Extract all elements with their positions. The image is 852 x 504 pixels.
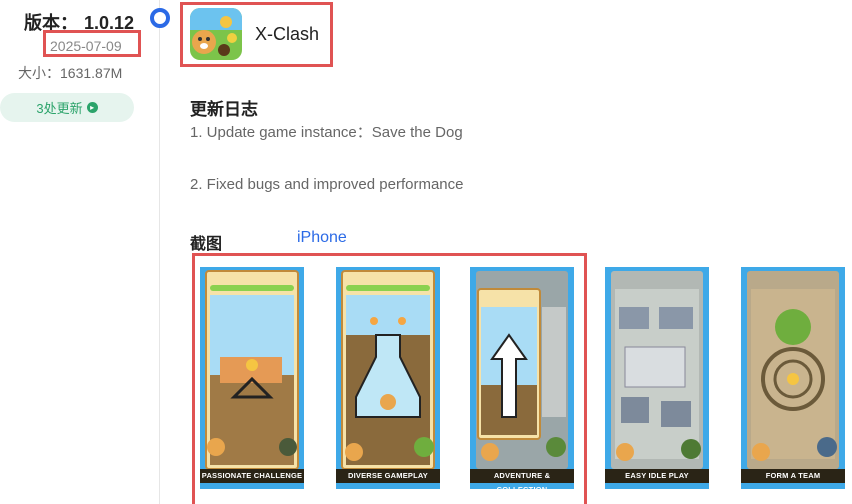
version-sidebar: 版本： 1.0.12 2025-07-09 大小：1631.87M 3处更新 ▸ — [0, 0, 160, 504]
app-name: X-Clash — [255, 24, 320, 44]
screenshot-thumbnail[interactable]: FORM A TEAM — [741, 267, 845, 489]
changelog-item: 1. Update game instance：Save the Dog — [190, 124, 463, 141]
screenshot-caption: DIVERSE GAMEPLAY — [336, 469, 440, 483]
changelog-item: 2. Fixed bugs and improved performance — [190, 176, 464, 193]
arrow-right-circle-icon: ▸ — [86, 102, 98, 113]
release-date: 2025-07-09 — [50, 38, 122, 54]
screenshot-caption: PASSIONATE CHALLENGE — [200, 469, 304, 483]
updates-button[interactable]: 3处更新 ▸ — [0, 93, 134, 122]
file-size: 大小：1631.87M — [18, 65, 123, 81]
changelog-title: 更新日志 — [190, 100, 258, 119]
screenshots-title: 截图 — [190, 236, 223, 253]
screenshot-thumbnail[interactable]: PASSIONATE CHALLENGE — [200, 267, 304, 489]
timeline-dot — [150, 8, 170, 28]
x-clash-app-icon[interactable] — [190, 8, 242, 60]
screenshot-caption: ADVENTURE & COLLECTION — [470, 469, 574, 489]
screenshot-thumbnail[interactable]: ADVENTURE & COLLECTION — [470, 267, 574, 489]
updates-button-label: 3处更新 — [36, 101, 83, 116]
screenshot-thumbnail[interactable]: DIVERSE GAMEPLAY — [336, 267, 440, 489]
tab-iphone[interactable]: iPhone — [297, 229, 347, 247]
screenshot-caption: FORM A TEAM — [741, 469, 845, 483]
screenshot-caption: EASY IDLE PLAY — [605, 469, 709, 483]
screenshot-thumbnail[interactable]: EASY IDLE PLAY — [605, 267, 709, 489]
